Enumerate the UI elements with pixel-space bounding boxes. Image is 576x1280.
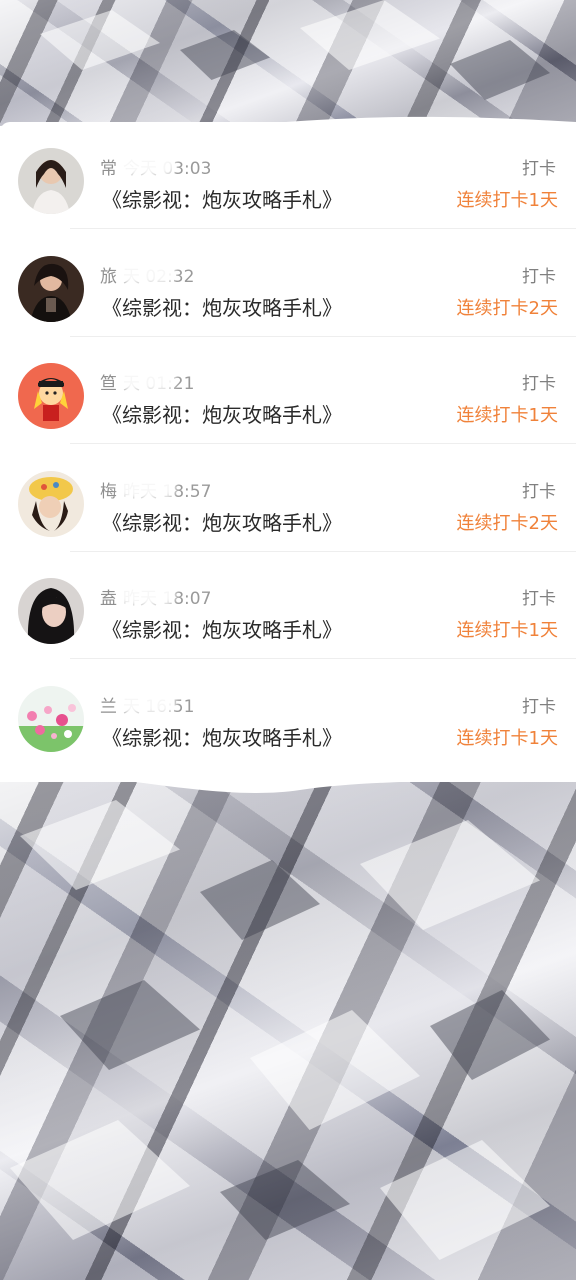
checkin-list-item[interactable]: 兰天 16:51 《综影视：炮灰攻略手札》 打卡 连续打卡1天 bbox=[0, 660, 576, 767]
name-blur-mask bbox=[118, 369, 176, 391]
user-name[interactable]: 兰 bbox=[100, 697, 117, 717]
book-title[interactable]: 《综影视：炮灰攻略手札》 bbox=[102, 507, 342, 536]
checkin-label: 打卡 bbox=[522, 589, 556, 609]
checkin-streak: 连续打卡1天 bbox=[456, 727, 558, 749]
cartoon-girl-icon[interactable] bbox=[18, 363, 84, 429]
user-name[interactable]: 旅 bbox=[100, 267, 117, 287]
name-blur-mask bbox=[118, 154, 176, 176]
checkin-list-item[interactable]: 旅天 02:32 《综影视：炮灰攻略手札》 打卡 连续打卡2天 bbox=[0, 230, 576, 337]
checkin-label: 打卡 bbox=[522, 159, 556, 179]
checkin-list-item[interactable]: 笪天 01:21 《综影视：炮灰攻略手札》 打卡 连续打卡1天 bbox=[0, 337, 576, 444]
flower-field-icon[interactable] bbox=[18, 685, 84, 752]
dark-portrait-icon[interactable] bbox=[18, 255, 84, 322]
book-title[interactable]: 《综影视：炮灰攻略手札》 bbox=[102, 399, 342, 428]
checkin-list-item[interactable]: 盍昨天 18:07 《综影视：炮灰攻略手札》 打卡 连续打卡1天 bbox=[0, 552, 576, 659]
checkin-label: 打卡 bbox=[522, 481, 556, 502]
checkin-label: 打卡 bbox=[522, 374, 556, 394]
hat-girl-icon[interactable] bbox=[18, 470, 84, 537]
name-blur-mask bbox=[118, 261, 176, 284]
dark-hair-girl-icon[interactable] bbox=[18, 578, 84, 644]
user-name[interactable]: 常 bbox=[100, 159, 117, 179]
name-blur-mask bbox=[118, 691, 176, 714]
book-title[interactable]: 《综影视：炮灰攻略手札》 bbox=[102, 292, 342, 321]
checkin-label: 打卡 bbox=[522, 266, 556, 287]
checkin-list-card: 常今天 03:03 《综影视：炮灰攻略手札》 打卡 连续打卡1天 旅天 02:3… bbox=[0, 122, 576, 782]
book-title[interactable]: 《综影视：炮灰攻略手札》 bbox=[102, 184, 342, 213]
checkin-label: 打卡 bbox=[522, 696, 556, 717]
girl-portrait-icon[interactable] bbox=[18, 148, 84, 214]
checkin-streak: 连续打卡2天 bbox=[456, 297, 558, 319]
user-name[interactable]: 盍 bbox=[100, 589, 117, 609]
foil-background-bottom bbox=[0, 760, 576, 1280]
name-blur-mask bbox=[118, 476, 176, 499]
checkin-list-item[interactable]: 常今天 03:03 《综影视：炮灰攻略手札》 打卡 连续打卡1天 bbox=[0, 122, 576, 229]
checkin-list-item[interactable]: 梅昨天 18:57 《综影视：炮灰攻略手札》 打卡 连续打卡2天 bbox=[0, 445, 576, 552]
user-name[interactable]: 梅 bbox=[100, 482, 117, 502]
checkin-streak: 连续打卡2天 bbox=[456, 512, 558, 534]
name-blur-mask bbox=[118, 584, 176, 606]
checkin-streak: 连续打卡1天 bbox=[456, 620, 558, 641]
checkin-streak: 连续打卡1天 bbox=[456, 190, 558, 211]
user-name[interactable]: 笪 bbox=[100, 374, 117, 394]
checkin-streak: 连续打卡1天 bbox=[456, 405, 558, 426]
book-title[interactable]: 《综影视：炮灰攻略手札》 bbox=[102, 614, 342, 643]
book-title[interactable]: 《综影视：炮灰攻略手札》 bbox=[102, 722, 342, 751]
card-torn-edge-bottom bbox=[0, 760, 576, 793]
